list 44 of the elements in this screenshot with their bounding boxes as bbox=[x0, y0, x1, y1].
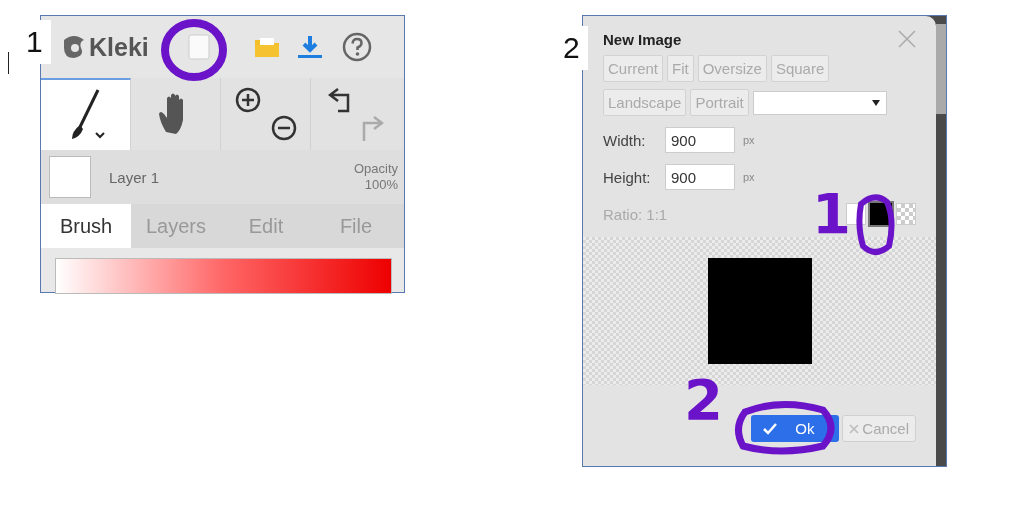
new-page-icon bbox=[188, 34, 210, 60]
zoom-in-icon bbox=[234, 87, 261, 113]
folder-icon bbox=[254, 36, 280, 58]
help-icon bbox=[342, 32, 372, 62]
zoom-out-icon bbox=[270, 115, 297, 141]
opacity-label: Opacity bbox=[353, 161, 398, 177]
cancel-button[interactable]: Cancel bbox=[842, 415, 916, 442]
brush-tool[interactable] bbox=[41, 78, 131, 150]
check-icon bbox=[763, 422, 778, 435]
preset-button[interactable]: Oversize bbox=[697, 55, 767, 82]
tab[interactable]: File bbox=[311, 204, 401, 248]
scrollbar[interactable] bbox=[936, 24, 946, 114]
layer-thumbnail[interactable] bbox=[49, 156, 91, 198]
color-gradient-bar[interactable] bbox=[55, 258, 392, 294]
preset-button[interactable]: Current bbox=[603, 55, 664, 82]
tab[interactable]: Layers bbox=[131, 204, 221, 248]
field-label: Height: bbox=[603, 168, 652, 186]
preset-button[interactable]: Landscape bbox=[603, 89, 687, 116]
undo-icon bbox=[328, 87, 352, 113]
dialog-title: New Image bbox=[603, 30, 682, 48]
unit-label: px bbox=[743, 134, 755, 146]
download-icon bbox=[297, 34, 323, 60]
unit-label: px bbox=[743, 171, 755, 183]
redo-icon bbox=[362, 115, 384, 141]
app-name: Kleki bbox=[89, 32, 149, 62]
dropdown-arrow-icon bbox=[871, 99, 880, 106]
ratio-text: Ratio: 1:1 bbox=[603, 205, 669, 223]
ok-button[interactable]: Ok bbox=[751, 415, 840, 442]
highlight-circle bbox=[160, 18, 228, 82]
preset-button[interactable]: Portrait bbox=[690, 89, 749, 116]
opacity-value: 100% bbox=[364, 177, 398, 193]
layer-name: Layer 1 bbox=[109, 168, 161, 186]
input-field[interactable]: 900 bbox=[665, 164, 735, 190]
preset-button[interactable]: Fit bbox=[667, 55, 694, 82]
close-icon bbox=[849, 423, 860, 434]
text-cursor bbox=[8, 52, 9, 74]
tab[interactable]: Brush bbox=[41, 204, 131, 248]
handwritten-number: 2 bbox=[684, 372, 723, 428]
field-label: Width: bbox=[603, 131, 647, 149]
tab[interactable]: Edit bbox=[221, 204, 311, 248]
input-field[interactable]: 900 bbox=[665, 127, 735, 153]
background-swatch[interactable] bbox=[896, 203, 916, 225]
handwritten-number: 1 bbox=[812, 186, 851, 242]
preset-button[interactable]: Square bbox=[770, 55, 830, 82]
